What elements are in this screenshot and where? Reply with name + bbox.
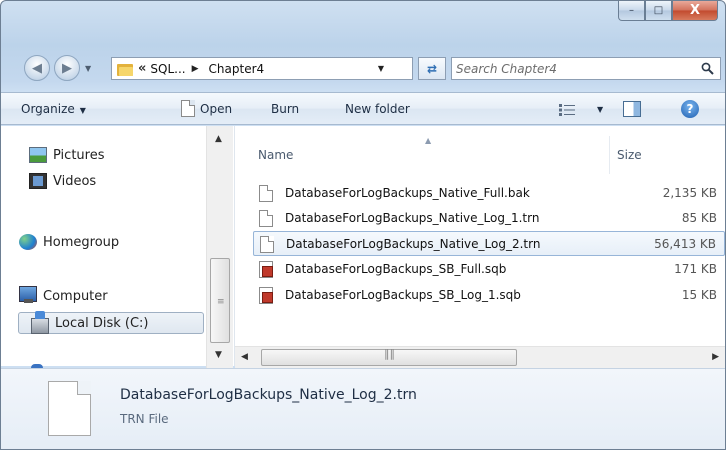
grip-icon: ‖‖ xyxy=(384,347,395,360)
new-folder-button[interactable]: New folder xyxy=(345,102,410,116)
details-pane: DatabaseForLogBackups_Native_Log_2.trn T… xyxy=(1,368,725,449)
nav-item-label: Pictures xyxy=(53,147,105,163)
views-dropdown-icon[interactable]: ▼ xyxy=(597,105,603,114)
scrollbar-thumb[interactable]: ≡ xyxy=(210,258,230,343)
file-name: DatabaseForLogBackups_SB_Log_1.sqb xyxy=(285,288,521,302)
preview-pane-icon[interactable] xyxy=(623,101,641,117)
nav-item-pictures[interactable]: Pictures xyxy=(29,144,104,166)
details-file-type: TRN File xyxy=(120,412,169,426)
open-file-icon xyxy=(181,100,195,117)
column-divider[interactable] xyxy=(609,136,610,174)
command-bar: Organize ▼ Open Burn New folder ▼ ? xyxy=(1,92,725,125)
nav-item-label: Homegroup xyxy=(43,234,120,250)
column-header-name[interactable]: Name xyxy=(258,148,293,162)
column-header-size[interactable]: Size xyxy=(617,148,642,162)
computer-icon xyxy=(19,286,37,303)
search-icon[interactable] xyxy=(701,62,714,75)
disk-icon xyxy=(31,310,49,334)
organize-menu-button[interactable]: Organize ▼ xyxy=(21,102,86,116)
close-icon: X xyxy=(689,3,701,18)
organize-label: Organize xyxy=(21,102,75,116)
file-row-selected[interactable]: DatabaseForLogBackups_Native_Log_2.trn 5… xyxy=(253,231,725,256)
scroll-down-arrow-icon[interactable]: ▼ xyxy=(215,350,222,360)
file-name: DatabaseForLogBackups_Native_Log_1.trn xyxy=(285,211,540,225)
navigation-pane: Pictures Videos Homegroup Computer Local… xyxy=(1,126,235,368)
file-thumbnail-icon xyxy=(48,381,91,436)
sqb-file-icon xyxy=(259,261,273,278)
minimize-button[interactable]: – xyxy=(618,1,645,21)
close-button[interactable]: X xyxy=(672,1,718,21)
help-icon[interactable]: ? xyxy=(681,100,699,118)
grip-icon: ≡ xyxy=(217,297,225,307)
address-bar[interactable]: « SQL... ▶ Chapter4 ▼ xyxy=(111,57,413,80)
back-arrow-icon: ◀ xyxy=(32,60,42,76)
nav-item-label: Computer xyxy=(43,288,108,304)
file-list: ▲ Name Size DatabaseForLogBackups_Native… xyxy=(235,126,725,346)
blank-file-icon xyxy=(259,185,273,202)
recent-pages-dropdown[interactable]: ▼ xyxy=(85,64,91,73)
search-input[interactable] xyxy=(456,60,696,77)
blank-file-icon xyxy=(260,236,274,253)
file-size: 171 KB xyxy=(674,262,717,276)
nav-item-label: Videos xyxy=(53,173,97,189)
nav-item-computer[interactable]: Computer xyxy=(19,285,108,307)
minimize-icon: – xyxy=(629,5,634,16)
open-button[interactable]: Open xyxy=(200,102,232,116)
scroll-up-arrow-icon[interactable]: ▲ xyxy=(215,134,222,144)
file-name: DatabaseForLogBackups_Native_Log_2.trn xyxy=(286,237,541,251)
file-size: 85 KB xyxy=(681,211,717,225)
nav-item-homegroup[interactable]: Homegroup xyxy=(19,231,119,253)
burn-button[interactable]: Burn xyxy=(271,102,299,116)
caption-buttons: – □ X xyxy=(618,1,718,22)
maximize-button[interactable]: □ xyxy=(645,1,672,21)
file-size: 2,135 KB xyxy=(662,186,717,200)
back-button[interactable]: ◀ xyxy=(24,55,50,81)
details-file-name: DatabaseForLogBackups_Native_Log_2.trn xyxy=(120,387,417,403)
search-box[interactable] xyxy=(451,57,721,80)
nav-pane-scrollbar[interactable]: ▲ ≡ ▼ xyxy=(206,126,233,368)
blank-file-icon xyxy=(259,210,273,227)
refresh-button[interactable]: ⇄ xyxy=(418,57,446,80)
file-size: 15 KB xyxy=(681,288,717,302)
change-view-icon[interactable] xyxy=(559,104,575,116)
sort-ascending-icon: ▲ xyxy=(425,136,432,145)
breadcrumb-sql[interactable]: SQL... xyxy=(150,62,185,76)
breadcrumb-arrow-icon[interactable]: ▶ xyxy=(192,64,199,74)
nav-item-videos[interactable]: Videos xyxy=(29,170,96,192)
forward-button[interactable]: ▶ xyxy=(54,55,80,81)
scroll-left-arrow-icon[interactable]: ◀ xyxy=(241,352,248,362)
scroll-right-arrow-icon[interactable]: ▶ xyxy=(712,352,719,362)
file-list-horizontal-scrollbar[interactable]: ◀ ‖‖ ▶ xyxy=(235,346,725,368)
nav-item-label: Local Disk (C:) xyxy=(55,315,149,331)
homegroup-icon xyxy=(19,234,37,250)
explorer-window: – □ X ◀ ▶ ▼ « SQL... ▶ Chapter4 ▼ ⇄ Orga… xyxy=(0,0,726,450)
refresh-icon: ⇄ xyxy=(426,61,438,76)
breadcrumb-chapter4[interactable]: Chapter4 xyxy=(209,62,265,76)
file-row[interactable]: DatabaseForLogBackups_Native_Full.bak 2,… xyxy=(253,181,725,206)
chevron-down-icon: ▼ xyxy=(79,106,86,115)
file-row[interactable]: DatabaseForLogBackups_Native_Log_1.trn 8… xyxy=(253,206,725,231)
file-row[interactable]: DatabaseForLogBackups_SB_Full.sqb 171 KB xyxy=(253,257,725,282)
nav-item-local-disk[interactable]: Local Disk (C:) xyxy=(18,310,204,334)
videos-icon xyxy=(29,173,47,189)
file-name: DatabaseForLogBackups_Native_Full.bak xyxy=(285,186,530,200)
breadcrumb-overflow-chevron[interactable]: « xyxy=(138,61,146,76)
pictures-icon xyxy=(29,147,47,163)
maximize-icon: □ xyxy=(653,5,664,16)
sqb-file-icon xyxy=(259,287,273,304)
scrollbar-thumb[interactable]: ‖‖ xyxy=(261,347,517,366)
file-size: 56,413 KB xyxy=(654,237,716,251)
address-row: ◀ ▶ ▼ « SQL... ▶ Chapter4 ▼ ⇄ xyxy=(1,47,725,83)
address-dropdown-icon[interactable]: ▼ xyxy=(378,64,384,73)
file-name: DatabaseForLogBackups_SB_Full.sqb xyxy=(285,262,507,276)
forward-arrow-icon: ▶ xyxy=(62,60,72,76)
file-row[interactable]: DatabaseForLogBackups_SB_Log_1.sqb 15 KB xyxy=(253,283,725,308)
folder-icon xyxy=(117,62,133,76)
